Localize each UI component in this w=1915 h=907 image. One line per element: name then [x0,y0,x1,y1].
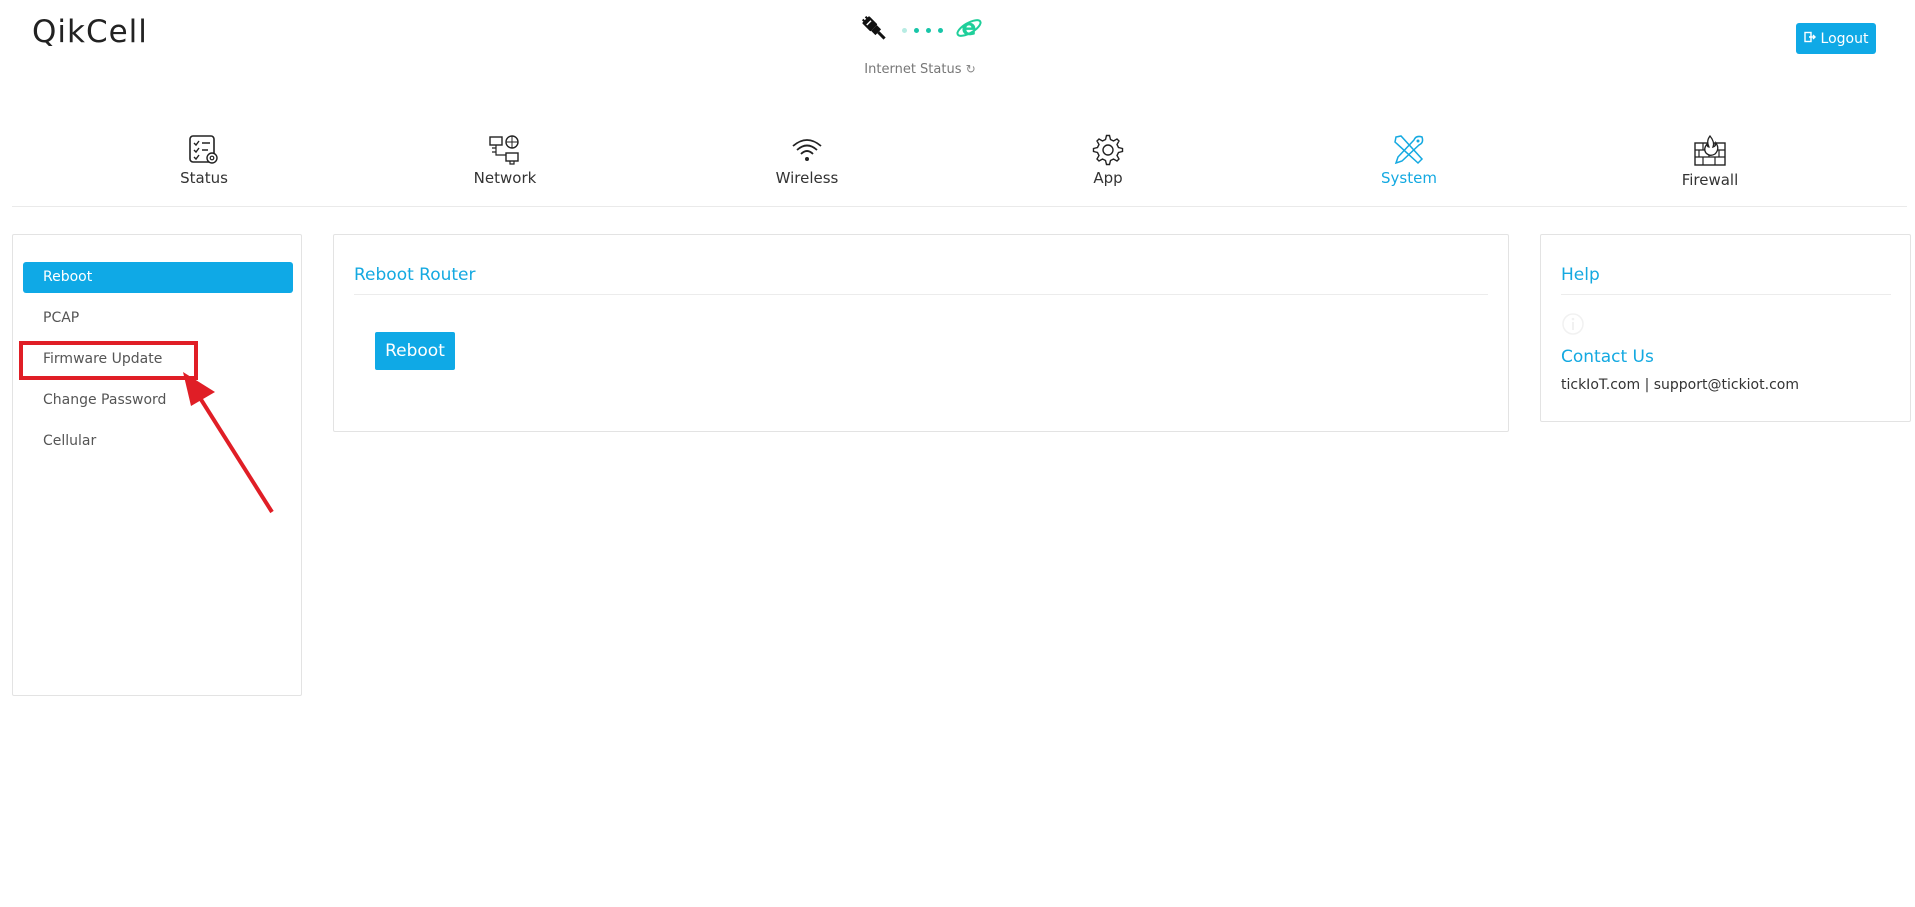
nav-status[interactable]: Status [134,133,274,187]
sidebar-item-reboot[interactable]: Reboot [23,262,293,293]
nav-firewall[interactable]: Firewall [1640,133,1780,189]
nav-network[interactable]: Network [435,133,575,187]
reboot-router-panel: Reboot Router Reboot [333,234,1509,432]
nav-label: App [1093,169,1123,187]
panel-title: Reboot Router [354,265,476,285]
divider [1561,294,1891,295]
nav-label: System [1381,169,1437,187]
tools-icon [1394,135,1424,165]
nav-label: Wireless [775,169,839,187]
sidebar-item-firmware-update[interactable]: Firmware Update [23,344,293,375]
logout-label: Logout [1820,30,1869,47]
nav-system[interactable]: System [1339,133,1479,187]
divider [354,294,1488,295]
brand-logo: QikCell [32,14,148,50]
main-nav: Status Network Wireless App System Firew… [12,133,1907,207]
sidebar-item-cellular[interactable]: Cellular [23,426,293,457]
svg-text:e: e [961,16,976,41]
connection-dots [901,27,943,33]
logout-button[interactable]: Logout [1796,23,1876,54]
nav-label: Firewall [1681,171,1739,189]
help-panel: Help Contact Us tickIoT.com | support@ti… [1540,234,1911,422]
nav-label: Network [473,169,537,187]
nav-wireless[interactable]: Wireless [737,133,877,187]
status-checklist-icon [189,135,218,164]
gear-icon [1092,134,1124,166]
wifi-icon [792,139,822,161]
info-icon [1561,312,1585,340]
contact-us-title: Contact Us [1561,347,1654,367]
refresh-icon[interactable]: ↻ [966,62,976,76]
sidebar-item-change-password[interactable]: Change Password [23,385,293,416]
ethernet-plug-icon [858,12,890,48]
network-icon [489,135,519,165]
firewall-icon [1694,134,1726,166]
internet-explorer-icon: e [955,14,983,46]
internet-status-label: Internet Status [864,62,962,77]
logout-icon [1803,31,1816,47]
sidebar-panel: Reboot PCAP Firmware Update Change Passw… [12,234,302,696]
sidebar-item-pcap[interactable]: PCAP [23,303,293,334]
help-title: Help [1561,265,1600,285]
nav-label: Status [180,169,228,187]
nav-app[interactable]: App [1038,133,1178,187]
internet-status: e Internet Status ↻ [850,10,990,77]
contact-text: tickIoT.com | support@tickiot.com [1561,377,1799,393]
reboot-button[interactable]: Reboot [375,332,455,370]
